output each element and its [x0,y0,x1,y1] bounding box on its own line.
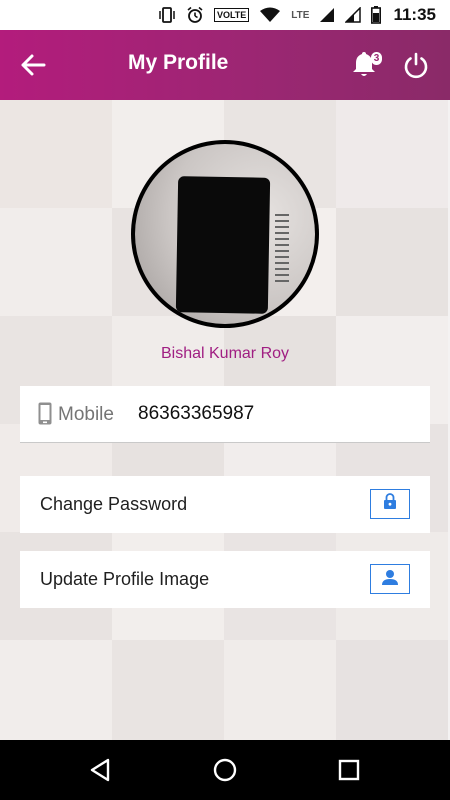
lock-icon [383,493,397,515]
app-bar: My Profile 3 [0,30,450,100]
change-password-button[interactable] [370,489,410,519]
mobile-value: 86363365987 [138,403,255,424]
mobile-row: Mobile 86363365987 [20,386,430,443]
signal-icon-2 [345,7,362,23]
avatar-photo-detail [275,214,289,284]
profile-name: Bishal Kumar Roy [160,345,290,362]
back-arrow-icon[interactable] [18,51,48,79]
change-password-label: Change Password [40,494,188,514]
battery-icon [371,6,382,24]
change-password-row[interactable]: Change Password [20,476,430,533]
system-nav-bar [0,740,450,800]
wifi-icon [259,7,281,23]
update-profile-image-label: Update Profile Image [40,569,210,589]
vibrate-icon [158,6,176,24]
network-type: LTE [291,9,310,21]
signal-icon [319,7,335,23]
update-profile-image-row[interactable]: Update Profile Image [20,551,430,608]
volte-badge: VOLTE [213,8,250,22]
person-icon [380,569,400,590]
phone-icon [38,402,52,425]
alarm-icon [186,6,204,24]
status-bar: VOLTE LTE 11:35 [0,0,450,30]
clock: 11:35 [393,5,436,24]
update-profile-image-button[interactable] [370,564,410,594]
power-icon[interactable] [401,50,431,80]
mobile-label: Mobile [58,404,114,425]
nav-home-icon[interactable] [213,758,237,782]
nav-back-icon[interactable] [88,757,112,783]
nav-recents-icon[interactable] [338,759,360,781]
avatar-photo-subject [175,176,271,314]
notification-count-badge: 3 [371,52,382,65]
profile-avatar[interactable] [131,140,319,328]
page-title: My Profile [128,51,229,74]
avatar-photo [135,144,315,324]
